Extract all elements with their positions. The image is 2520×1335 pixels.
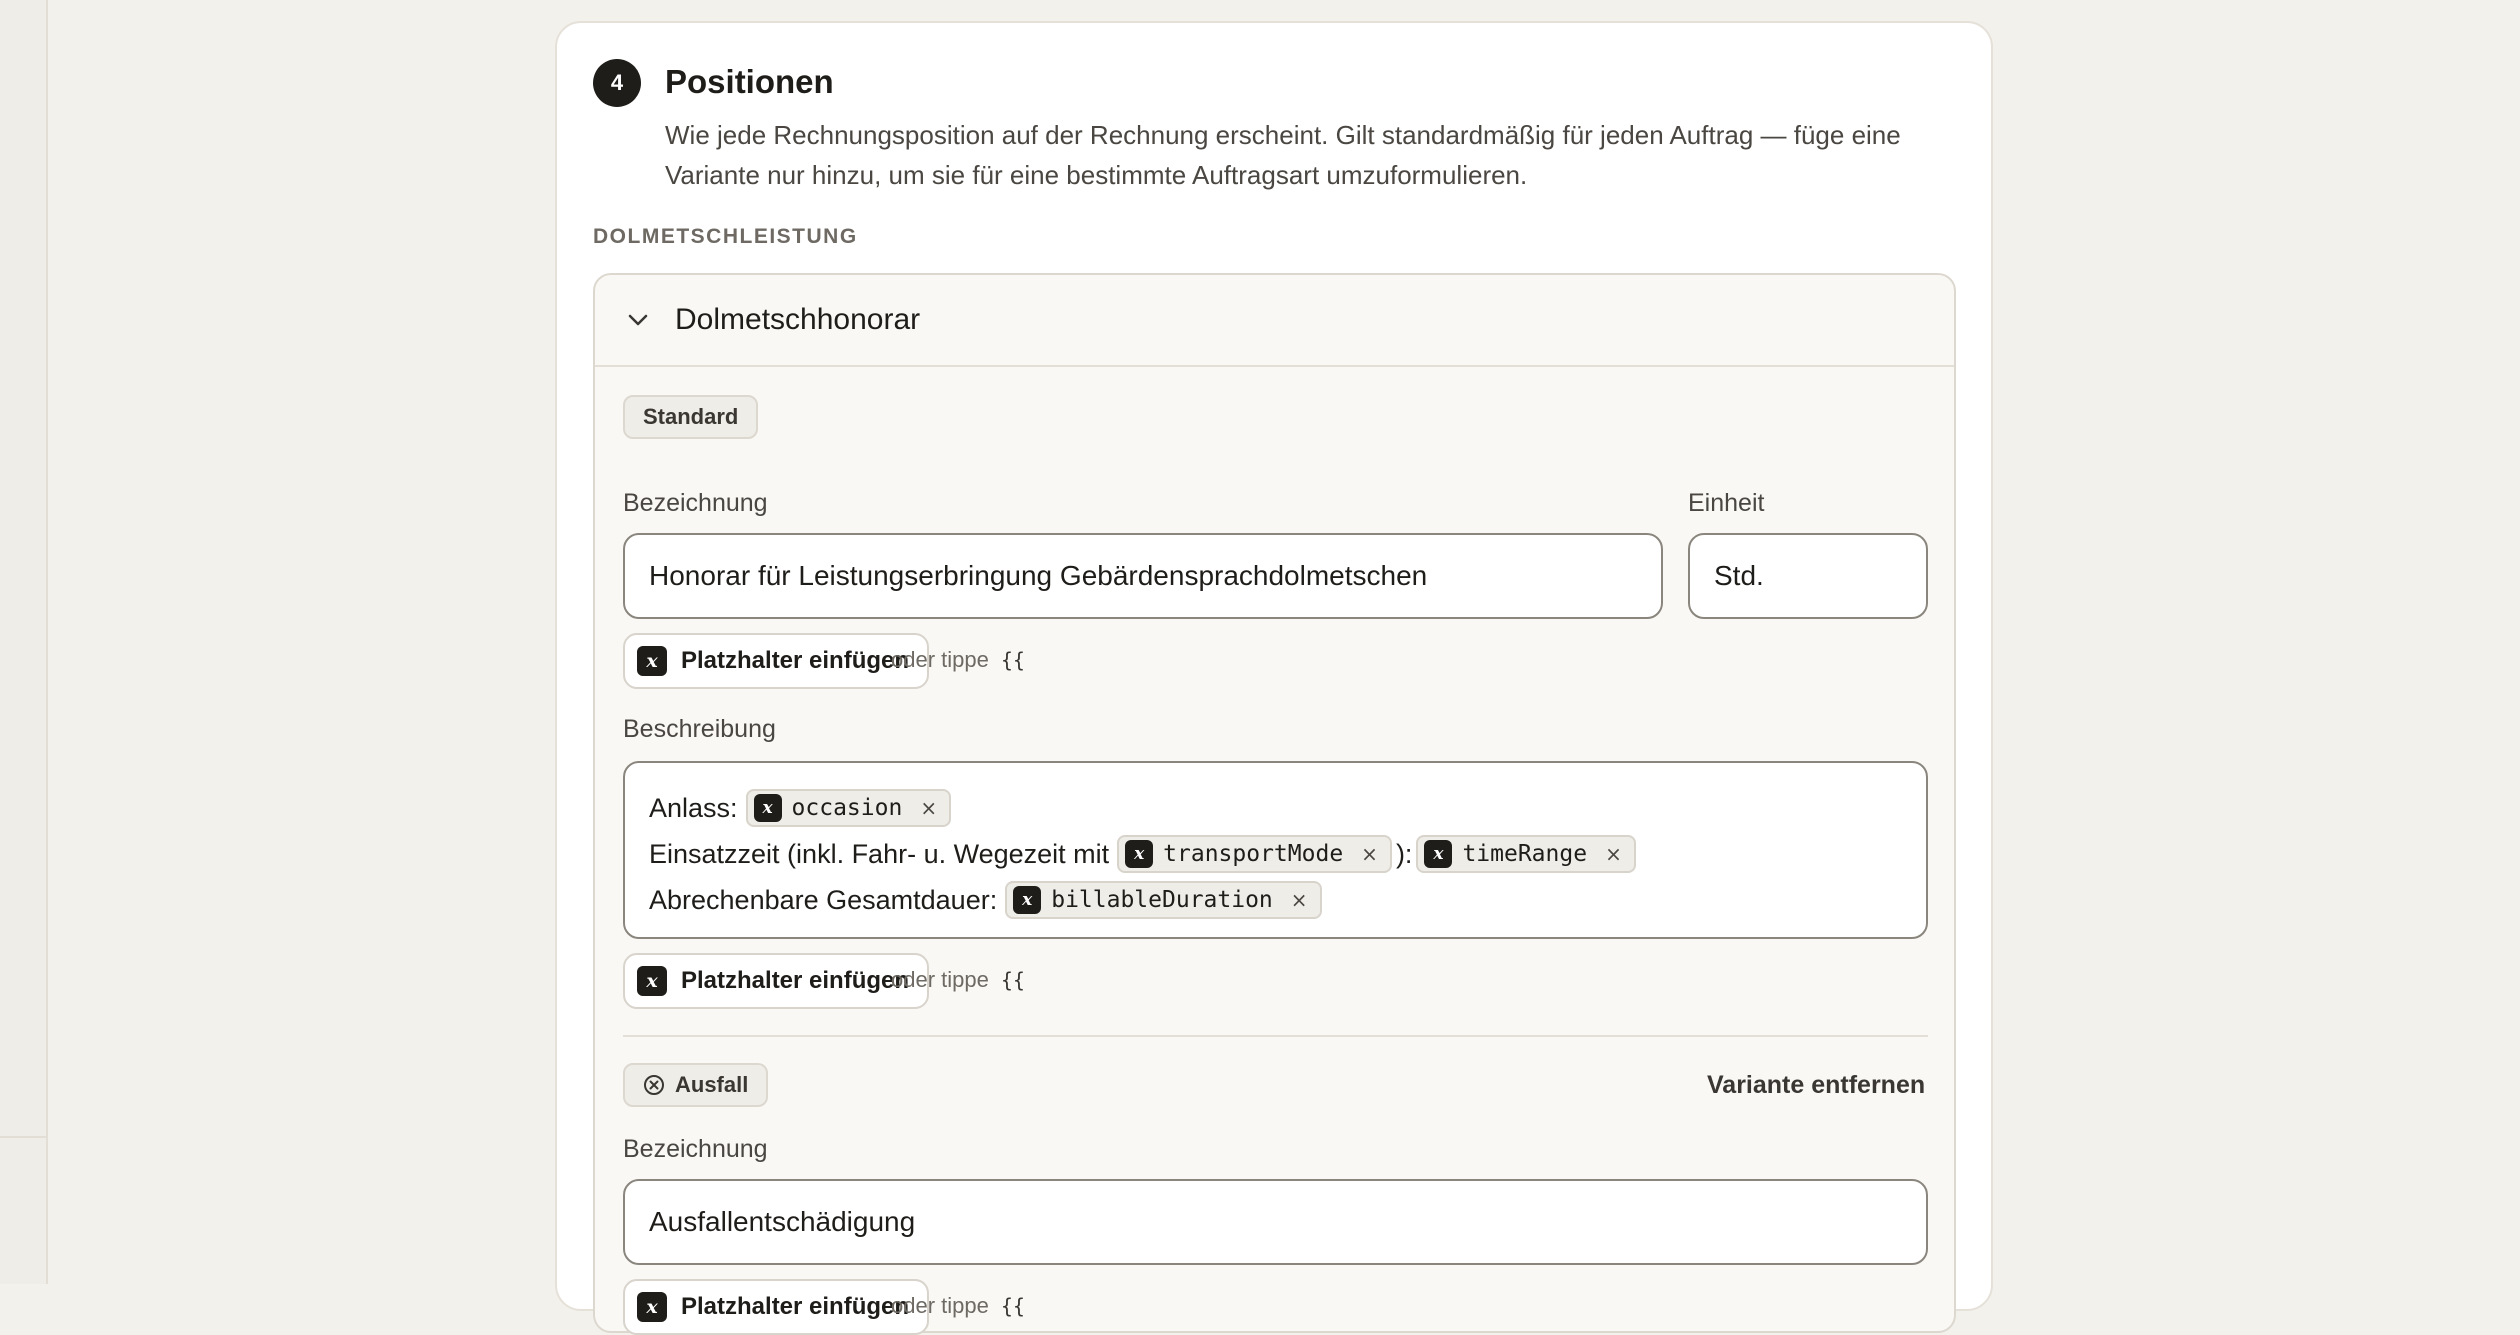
- placeholder-hint-text: oder tippe: [891, 967, 989, 992]
- variant-tag-label: Ausfall: [675, 1072, 749, 1097]
- insert-placeholder-button[interactable]: x Platzhalter einfügen: [623, 1279, 930, 1335]
- placeholder-hint-text: oder tippe: [891, 1293, 989, 1318]
- variable-icon: x: [637, 966, 667, 996]
- beschreibung-line: Einsatzzeit (inkl. Fahr- u. Wegezeit mit…: [649, 831, 1902, 877]
- bezeichnung-input[interactable]: Honorar für Leistungserbringung Gebärden…: [623, 533, 1663, 619]
- beschreibung-line: Abrechenbare Gesamtdauer: x billableDura…: [649, 877, 1902, 923]
- line-item-panel: Dolmetschhonorar Standard Bezeichnung Ei…: [593, 273, 1956, 1335]
- placeholder-chip-billable-duration[interactable]: x billableDuration ×: [1005, 881, 1322, 919]
- placeholder-hint-text: oder tippe: [891, 647, 989, 672]
- variable-icon: x: [637, 646, 667, 676]
- sidebar: [0, 0, 48, 1284]
- ausfall-bezeichnung-input[interactable]: Ausfallentschädigung: [623, 1179, 1928, 1265]
- chip-label: billableDuration: [1051, 887, 1273, 913]
- variant-divider: [623, 1035, 1928, 1037]
- insert-placeholder-label: Platzhalter einfügen: [681, 1293, 910, 1320]
- line-item-header[interactable]: Dolmetschhonorar: [595, 275, 1954, 367]
- einheit-input[interactable]: Std.: [1688, 533, 1928, 619]
- beschreibung-editor[interactable]: Anlass: x occasion × Einsatzzeit (inkl. …: [623, 761, 1928, 939]
- chip-remove-icon[interactable]: ×: [1361, 842, 1378, 866]
- section-card: 4 Positionen Wie jede Rechnungsposition …: [555, 21, 1993, 1335]
- insert-placeholder-label: Platzhalter einfügen: [681, 647, 910, 674]
- remove-variant-button[interactable]: Variante entfernen: [1707, 1071, 1925, 1100]
- placeholder-chip-occasion[interactable]: x occasion ×: [745, 789, 952, 827]
- variant-tag-label: Standard: [643, 404, 739, 429]
- placeholder-hint: oder tippe {{: [891, 647, 1025, 673]
- placeholder-chip-transport-mode[interactable]: x transportMode ×: [1117, 835, 1392, 873]
- beschreibung-text: ):: [1395, 838, 1413, 869]
- cancel-circle-icon: [644, 1075, 664, 1095]
- beschreibung-label: Beschreibung: [623, 715, 776, 743]
- variable-icon: x: [1424, 840, 1453, 868]
- variable-icon: x: [753, 794, 782, 822]
- chevron-down-icon[interactable]: [625, 307, 651, 333]
- group-label: DOLMETSCHLEISTUNG: [593, 225, 858, 248]
- bezeichnung-label: Bezeichnung: [623, 489, 768, 517]
- variable-icon: x: [1125, 840, 1154, 868]
- insert-placeholder-label: Platzhalter einfügen: [681, 967, 910, 994]
- placeholder-chip-time-range[interactable]: x timeRange ×: [1416, 835, 1636, 873]
- sidebar-divider: [0, 1136, 46, 1138]
- chip-remove-icon[interactable]: ×: [1605, 842, 1622, 866]
- chip-remove-icon[interactable]: ×: [1291, 888, 1308, 912]
- chip-label: timeRange: [1462, 841, 1588, 867]
- einheit-value: Std.: [1714, 560, 1764, 591]
- beschreibung-text: Abrechenbare Gesamtdauer:: [649, 884, 998, 915]
- placeholder-hint-code: {{: [1000, 1294, 1025, 1318]
- variant-tag-standard: Standard: [623, 395, 759, 439]
- line-item-title: Dolmetschhonorar: [675, 303, 921, 336]
- bezeichnung-label: Bezeichnung: [623, 1135, 768, 1163]
- chip-label: transportMode: [1163, 841, 1344, 867]
- placeholder-hint-code: {{: [1000, 968, 1025, 992]
- variable-icon: x: [637, 1292, 667, 1322]
- insert-placeholder-button[interactable]: x Platzhalter einfügen: [623, 633, 930, 689]
- insert-placeholder-button[interactable]: x Platzhalter einfügen: [623, 953, 930, 1009]
- einheit-label: Einheit: [1688, 489, 1765, 517]
- chip-label: occasion: [791, 795, 903, 821]
- variant-tag-ausfall: Ausfall: [623, 1063, 769, 1107]
- beschreibung-line: Anlass: x occasion ×: [649, 785, 1902, 831]
- section-title: Positionen: [665, 63, 834, 100]
- placeholder-hint: oder tippe {{: [891, 967, 1025, 993]
- beschreibung-text: Anlass:: [649, 792, 738, 823]
- ausfall-bezeichnung-value: Ausfallentschädigung: [649, 1206, 916, 1237]
- variable-icon: x: [1013, 886, 1042, 914]
- chip-remove-icon[interactable]: ×: [920, 796, 937, 820]
- placeholder-hint-code: {{: [1000, 648, 1025, 672]
- bezeichnung-value: Honorar für Leistungserbringung Gebärden…: [649, 560, 1428, 591]
- placeholder-hint: oder tippe {{: [891, 1293, 1025, 1319]
- step-number-badge: 4: [593, 59, 641, 107]
- section-description: Wie jede Rechnungsposition auf der Rechn…: [665, 120, 1901, 190]
- beschreibung-text: Einsatzzeit (inkl. Fahr- u. Wegezeit mit: [649, 838, 1110, 869]
